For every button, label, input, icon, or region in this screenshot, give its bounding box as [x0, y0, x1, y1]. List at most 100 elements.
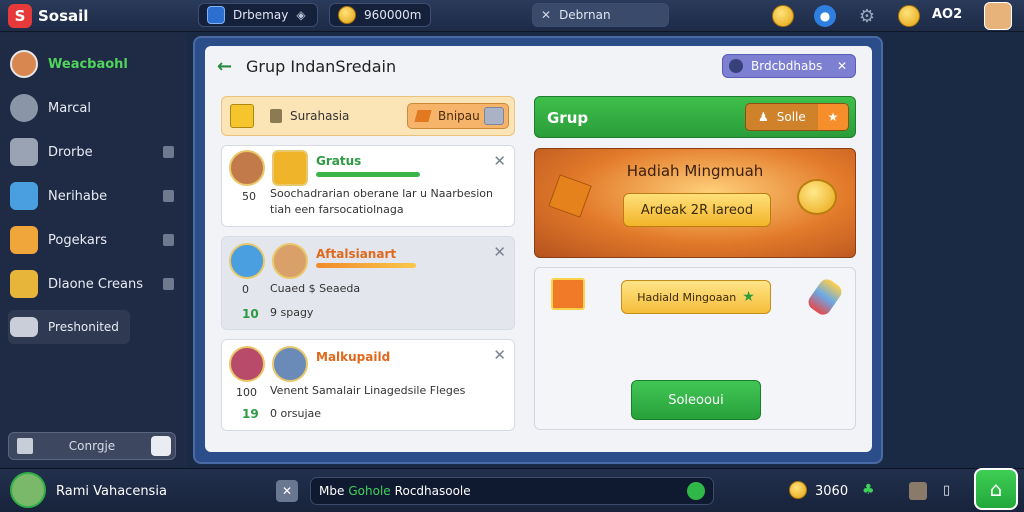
sidebar-item-nerihabe[interactable]: Nerihabe	[8, 178, 180, 214]
coin-icon	[338, 6, 356, 24]
app-name: Sosail	[38, 7, 89, 25]
coin-icon	[789, 481, 807, 499]
plant-icon[interactable]: ♣	[862, 482, 875, 498]
chest-icon	[272, 150, 308, 186]
close-icon[interactable]: ✕	[837, 59, 847, 73]
member-avatar	[272, 346, 308, 382]
member-avatar	[229, 346, 265, 382]
sidebar-item-label: Preshonited	[48, 320, 119, 334]
sidebar-item-pogekars[interactable]: Pogekars	[8, 222, 180, 258]
chest-icon	[10, 270, 38, 298]
gift-button[interactable]: Hadiald Mingoaan ★	[621, 280, 771, 314]
claim-reward-button[interactable]: Ardeak 2R lareod	[623, 193, 771, 227]
sidebar-item-drorbe[interactable]: Drorbe	[8, 134, 180, 170]
eraser-icon	[414, 110, 432, 122]
chat-prefix: Mbe	[319, 484, 345, 498]
sidebar-item-dlaone-creans[interactable]: Dlaone Creans	[8, 266, 180, 302]
member-number: 50	[242, 190, 256, 203]
location-icon: ◈	[296, 8, 306, 22]
grup-action-button[interactable]: ♟ Solle ★	[745, 103, 849, 131]
gift-icon	[10, 226, 38, 254]
info-icon[interactable]: ●	[814, 5, 836, 27]
robot-icon[interactable]	[909, 482, 927, 500]
gift-panel: Hadiald Mingoaan ★ Soleooui	[534, 267, 856, 430]
member-name: Malkupaild	[316, 350, 391, 364]
search-text: Drbemay	[233, 8, 289, 22]
user-avatar[interactable]	[984, 2, 1012, 30]
member-text: Venent Samalair Linagedsile Fleges	[270, 384, 466, 397]
member-text: Cuaed $ Seaeda	[270, 282, 361, 295]
member-score: 19	[242, 407, 259, 421]
home-button-icon[interactable]: ⌂	[974, 468, 1018, 510]
sidebar-bottom-button[interactable]: Conrgje	[8, 432, 176, 460]
details-button[interactable]: Brdcbdhabs ✕	[722, 54, 856, 78]
sidebar-bottom-label: Conrgje	[68, 439, 116, 453]
edit-text: Debrnan	[559, 8, 611, 22]
box-icon	[230, 104, 254, 128]
grup-button-label: Solle	[776, 110, 806, 124]
member-card[interactable]: Gratus ✕ 50 Soochadrarian oberane lar u …	[221, 145, 515, 227]
back-arrow-icon[interactable]: ←	[217, 56, 232, 77]
tools-icon[interactable]: ✕	[276, 480, 298, 502]
lock-icon	[163, 278, 174, 290]
progress-bar	[316, 172, 420, 177]
lock-icon	[163, 234, 174, 246]
gift-button-label: Hadiald Mingoaan	[637, 290, 737, 304]
person-icon: ♟	[758, 110, 769, 124]
gold-coin-icon[interactable]	[898, 5, 920, 27]
chat-text: Rocdhasoole	[394, 484, 471, 498]
star-icon: ★	[742, 289, 755, 305]
member-card[interactable]: Aftalsianart ✕ 0 Cuaed $ Seaeda 10 9 spa…	[221, 236, 515, 330]
details-label: Brdcbdhabs	[751, 59, 823, 73]
reward-title: Hadiah Mingmuah	[626, 162, 764, 180]
tools-icon: ✕	[541, 8, 552, 22]
coins-pill[interactable]: 960000m	[329, 3, 431, 27]
star-icon: ★	[818, 104, 848, 130]
confirm-button[interactable]: Soleooui	[631, 380, 761, 420]
sidebar-item-label: Pogekars	[48, 232, 107, 248]
member-number: 100	[236, 386, 257, 399]
coin-notification-icon[interactable]	[772, 5, 794, 27]
shield-icon	[151, 436, 171, 456]
chat-input[interactable]: Mbe Gohole Rocdhasoole	[310, 477, 714, 505]
filter-button[interactable]: Bnipau	[407, 103, 509, 129]
member-card[interactable]: Malkupaild ✕ 100 Venent Samalair Linaged…	[221, 339, 515, 431]
coin-icon	[797, 179, 837, 215]
sidebar-item-label: Dlaone Creans	[48, 276, 144, 292]
member-avatar	[229, 150, 265, 186]
close-icon[interactable]: ✕	[493, 243, 506, 261]
sidebar-item-profile[interactable]: Weacbaohl	[8, 46, 180, 82]
coins-value: 960000m	[364, 8, 422, 22]
home-icon	[17, 438, 33, 454]
player-avatar[interactable]	[10, 472, 46, 508]
close-icon[interactable]: ✕	[493, 152, 506, 170]
document-icon[interactable]: ▯	[943, 483, 950, 498]
lock-icon	[270, 109, 282, 123]
player-name: Rami Vahacensia	[56, 484, 167, 499]
sidebar-item-label: Weacbaohl	[48, 56, 128, 72]
filter-label: Surahasia	[290, 109, 350, 123]
member-text: Soochadrarian oberane lar u Naarbesion t…	[270, 187, 493, 216]
coins-value: 3060	[815, 484, 849, 499]
member-subtext: 0 orsujae	[270, 407, 322, 420]
edit-pill[interactable]: ✕ Debrnan	[532, 3, 669, 27]
panel-title: Grup IndanSredain	[246, 57, 397, 76]
member-name: Gratus	[316, 154, 362, 168]
sidebar-item-marcal[interactable]: Marcal	[8, 90, 180, 126]
gear-icon	[10, 94, 38, 122]
member-avatar	[272, 243, 308, 279]
send-icon[interactable]	[687, 482, 705, 500]
weekly-reward-panel: Hadiah Mingmuah Ardeak 2R lareod	[534, 148, 856, 258]
gear-icon[interactable]: ⚙	[856, 5, 878, 27]
profile-avatar-icon	[10, 50, 38, 78]
gem-icon	[548, 174, 592, 218]
chat-highlight: Gohole	[348, 484, 391, 498]
globe-icon	[729, 59, 743, 73]
close-icon[interactable]: ✕	[493, 346, 506, 364]
grup-header: Grup ♟ Solle ★	[534, 96, 856, 138]
app-logo[interactable]: S Sosail	[8, 4, 88, 28]
member-number: 0	[242, 283, 249, 296]
member-score: 10	[242, 307, 259, 321]
search-pill[interactable]: Drbemay ◈	[198, 3, 318, 27]
sidebar-item-preshonited[interactable]: Preshonited	[8, 310, 130, 344]
